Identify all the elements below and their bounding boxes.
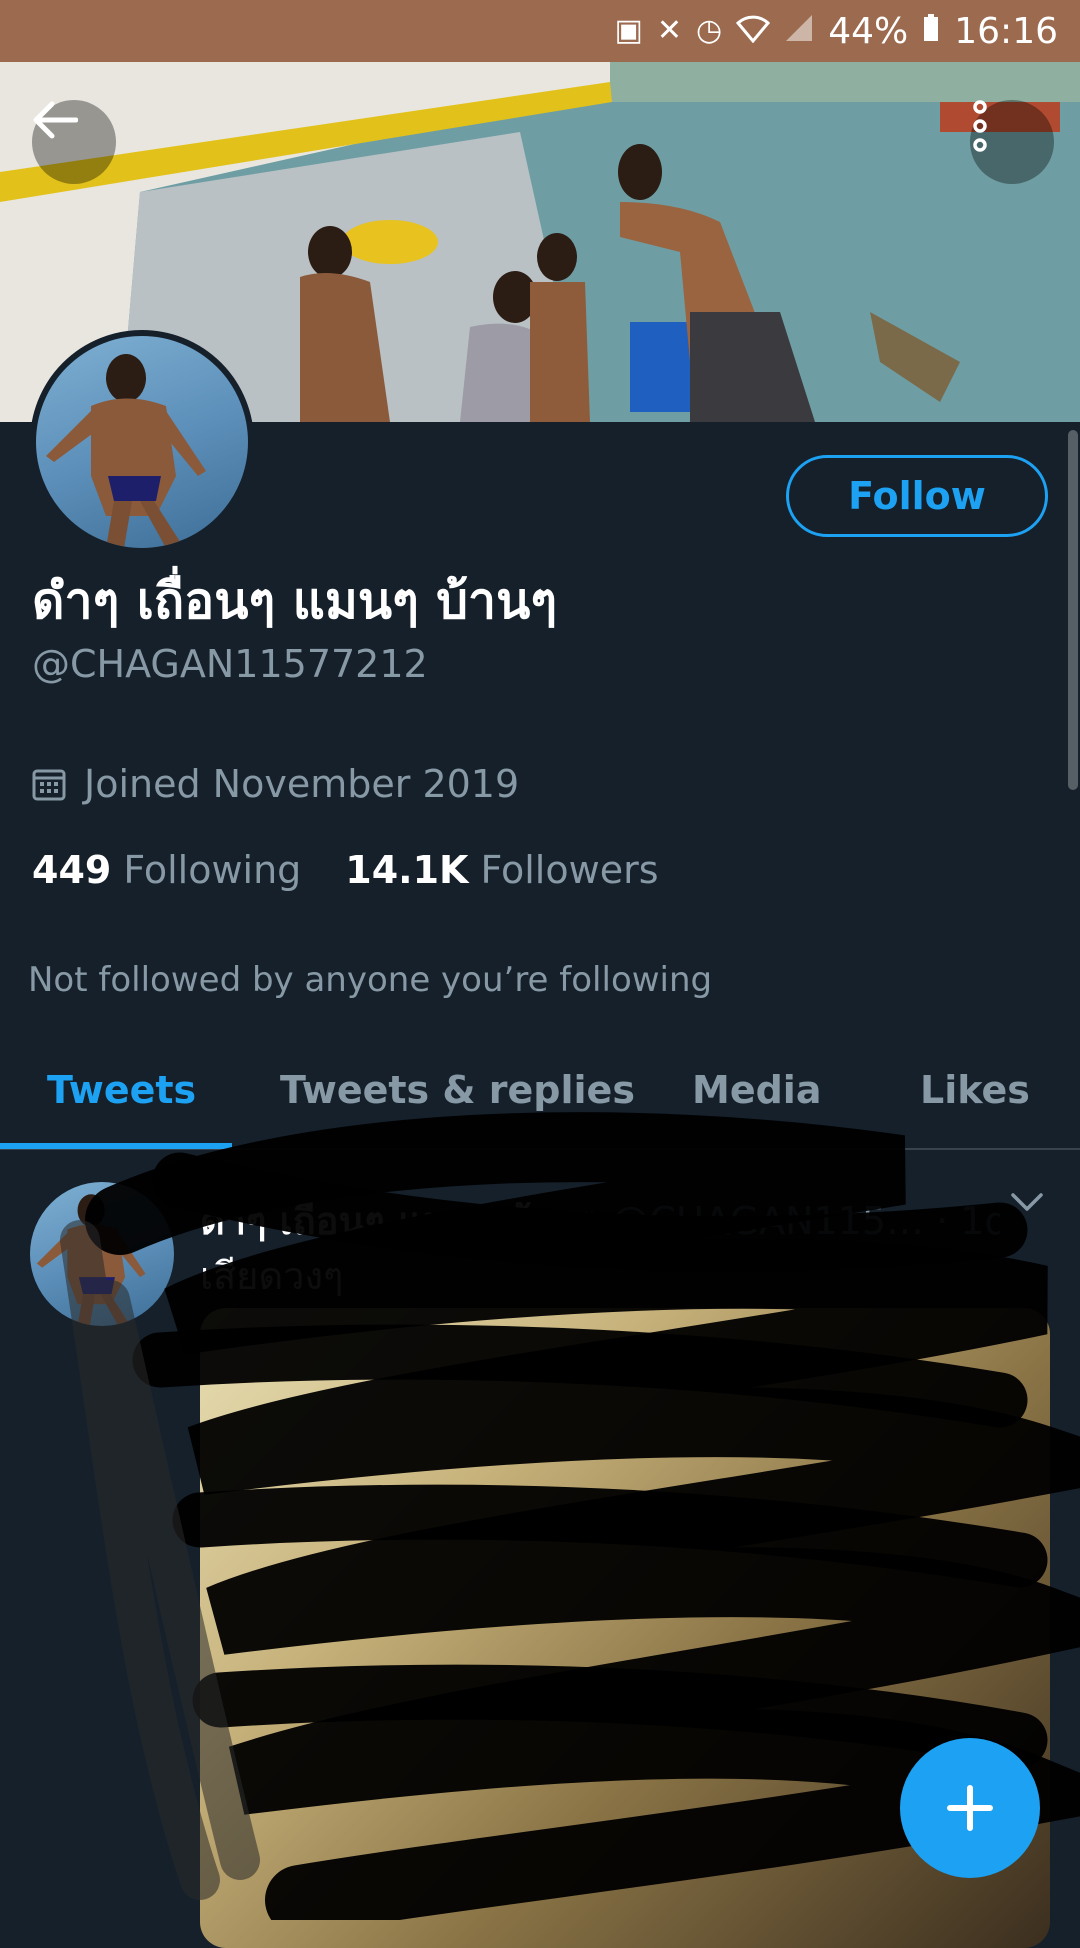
compose-icon <box>947 1785 993 1831</box>
back-button[interactable] <box>32 100 116 184</box>
profile-tabs: Tweets Tweets & replies Media Likes <box>0 1040 1080 1150</box>
scrollbar[interactable] <box>1068 430 1078 790</box>
battery-icon <box>922 13 940 49</box>
clock: 16:16 <box>954 10 1058 52</box>
tweet-timestamp: · 1d <box>936 1199 1000 1243</box>
tweet-author-handle: @CHAGAN115… <box>611 1199 925 1243</box>
tweet-avatar[interactable] <box>30 1182 174 1326</box>
profile-handle: @CHAGAN11577212 <box>32 642 428 686</box>
avatar-image <box>36 1194 146 1326</box>
notification-icon: ▣ <box>614 13 643 48</box>
tweet-header: ดำๆ เถื่อนๆ แมนๆ บ้านๆ @CHAGAN115… · 1d <box>200 1190 1000 1251</box>
compose-tweet-button[interactable] <box>900 1738 1040 1878</box>
battery-percent: 44% <box>828 10 909 52</box>
follow-stats: 449 Following 14.1K Followers <box>32 848 659 892</box>
wifi-icon <box>736 13 771 49</box>
tweet-menu-button[interactable] <box>1010 1190 1044 1218</box>
vibrate-mute-icon: ✕ <box>656 13 683 48</box>
tab-tweets-and-replies[interactable]: Tweets & replies <box>280 1068 635 1112</box>
joined-text: Joined November 2019 <box>84 762 520 806</box>
joined-date: Joined November 2019 <box>32 762 519 806</box>
more-vertical-icon <box>973 100 987 152</box>
profile-avatar[interactable] <box>30 330 254 554</box>
not-followed-notice: Not followed by anyone you’re following <box>28 960 713 1000</box>
follow-button[interactable]: Follow <box>786 455 1048 537</box>
alarm-icon: ◷ <box>696 13 723 48</box>
more-options-button[interactable] <box>970 100 1054 184</box>
tab-tweets[interactable]: Tweets <box>47 1068 196 1112</box>
tweet-text: เสียดวงๆ <box>200 1254 344 1298</box>
tweet-author-name[interactable]: ดำๆ เถื่อนๆ แมนๆ บ้านๆ <box>200 1199 599 1243</box>
following-count: 449 <box>32 848 112 892</box>
followers-label: Followers <box>480 848 659 892</box>
chevron-down-icon <box>1011 1193 1043 1211</box>
active-tab-indicator <box>0 1143 232 1149</box>
followers-count: 14.1K <box>345 848 469 892</box>
followers-link[interactable]: 14.1K Followers <box>345 848 658 892</box>
profile-display-name: ดำๆ เถื่อนๆ แมนๆ บ้านๆ <box>32 572 558 630</box>
signal-icon <box>784 13 814 49</box>
calendar-icon <box>32 769 66 801</box>
following-link[interactable]: 449 Following <box>32 848 301 892</box>
avatar-image <box>46 354 206 548</box>
status-bar: ▣ ✕ ◷ 44% 16:16 <box>0 0 1080 62</box>
arrow-left-icon <box>33 101 78 139</box>
tab-likes[interactable]: Likes <box>920 1068 1030 1112</box>
tab-media[interactable]: Media <box>692 1068 821 1112</box>
following-label: Following <box>123 848 302 892</box>
